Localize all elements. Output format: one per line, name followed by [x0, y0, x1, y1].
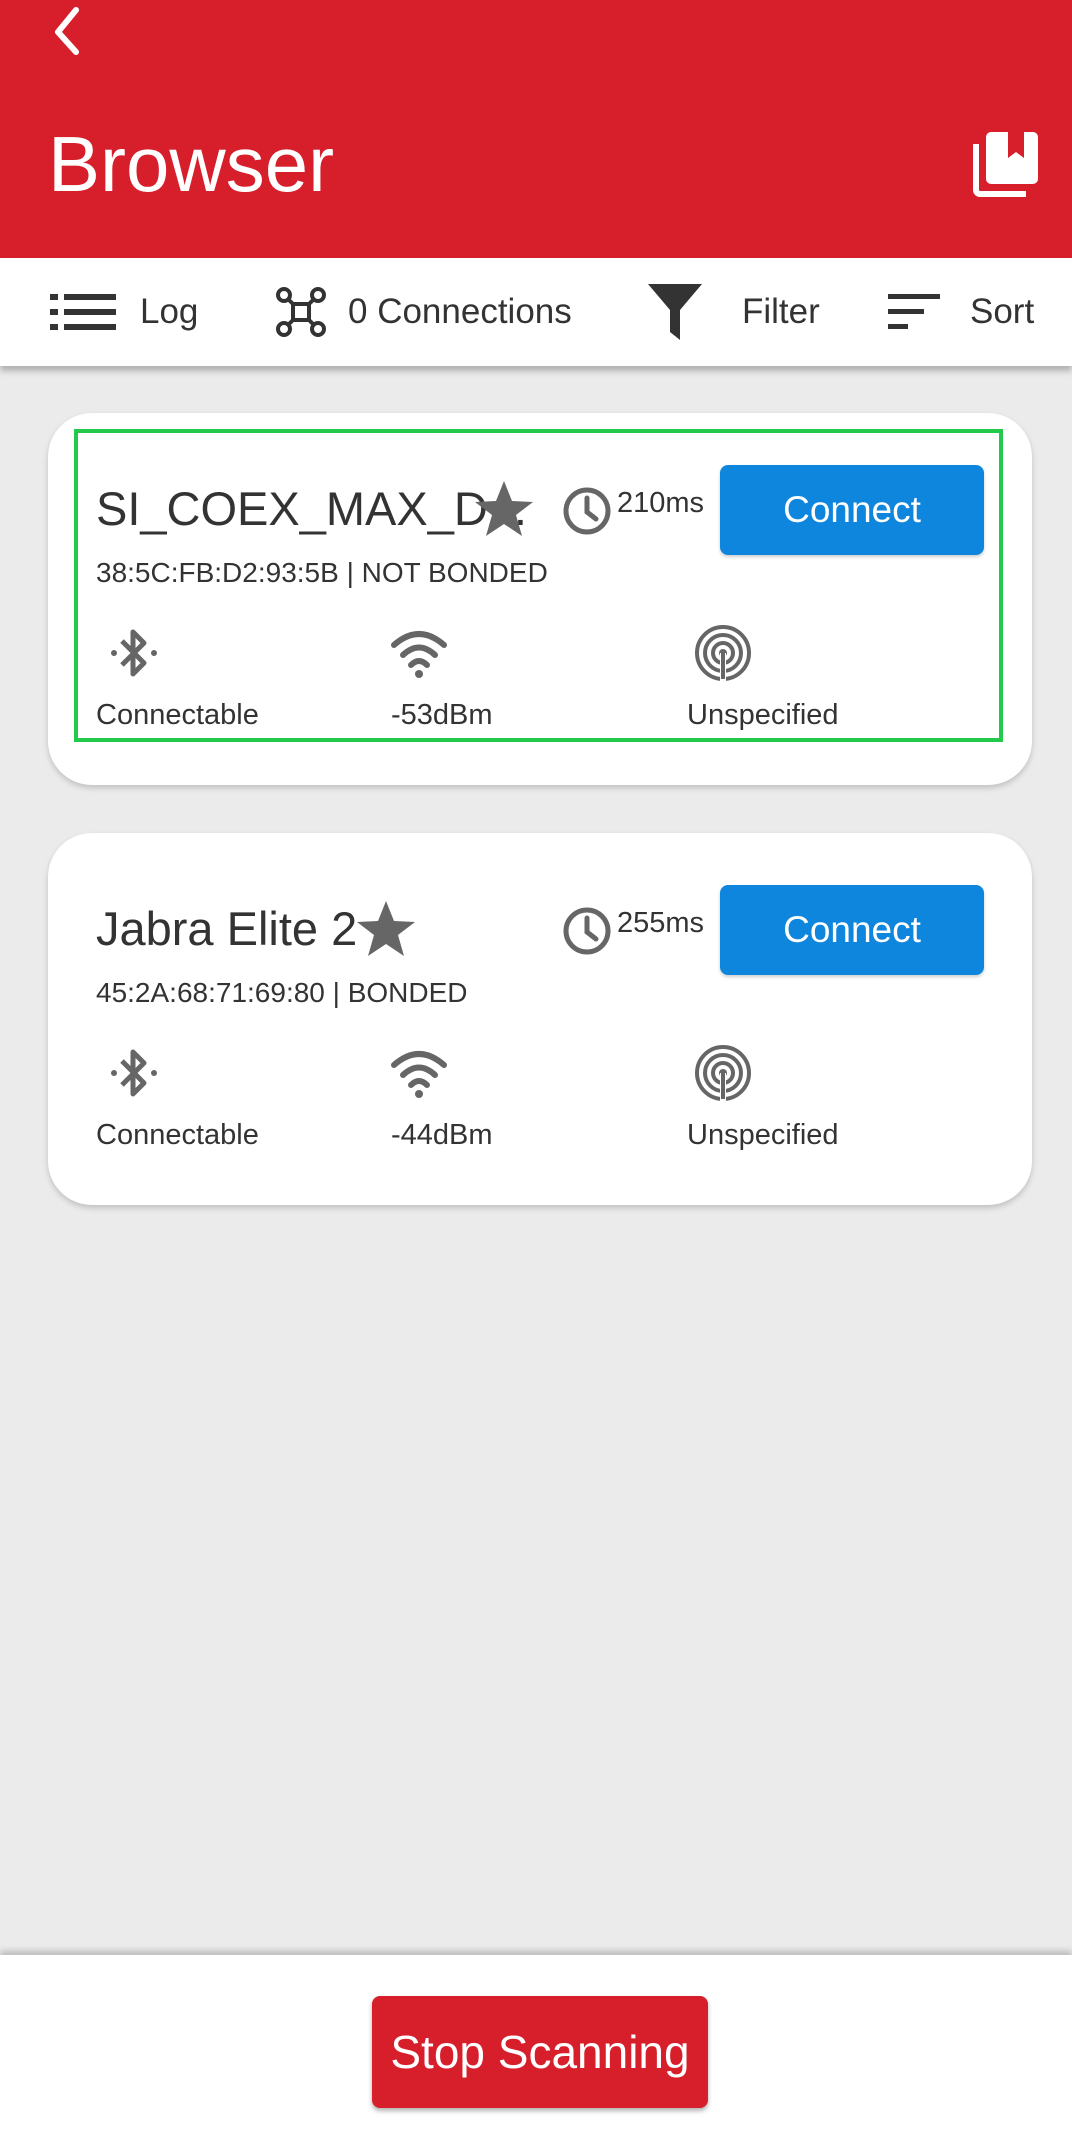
- network-nodes-icon: [276, 287, 326, 337]
- filter-icon: [648, 284, 702, 340]
- sort-button[interactable]: Sort: [888, 258, 1034, 366]
- back-button[interactable]: [40, 2, 96, 58]
- bluetooth-icon: [111, 1049, 157, 1097]
- sort-label: Sort: [970, 292, 1035, 331]
- connect-button[interactable]: Connect: [720, 885, 984, 975]
- device-card[interactable]: SI_COEX_MAX_D... 210ms Connect 38:5C:FB:…: [48, 413, 1032, 785]
- device-address: 38:5C:FB:D2:93:5B | NOT BONDED: [96, 557, 548, 588]
- signal-strength-icon: [391, 631, 447, 678]
- favorite-star-icon[interactable]: [474, 479, 534, 539]
- favorite-star-icon[interactable]: [356, 899, 416, 959]
- rssi-label: -53dBm: [391, 699, 493, 731]
- log-label: Log: [140, 292, 199, 331]
- stop-scanning-button[interactable]: Stop Scanning: [372, 1996, 708, 2108]
- signal-strength-icon: [391, 1051, 447, 1098]
- device-name: Jabra Elite 2: [96, 902, 358, 955]
- action-toolbar: Log 0 Connections Filter Sort: [0, 258, 1072, 366]
- advertising-interval: 255ms: [617, 907, 705, 939]
- connections-button[interactable]: 0 Connections: [276, 258, 572, 366]
- log-button[interactable]: Log: [50, 258, 198, 366]
- bookmarks-icon: [973, 132, 1038, 197]
- connect-button[interactable]: Connect: [720, 465, 984, 555]
- bluetooth-icon: [111, 629, 157, 677]
- device-address: 45:2A:68:71:69:80 | BONDED: [96, 977, 468, 1008]
- app-bar: Browser: [0, 0, 1072, 258]
- beacon-icon: [695, 1045, 751, 1103]
- filter-button[interactable]: Filter: [648, 258, 820, 366]
- bookmarks-button[interactable]: [972, 128, 1042, 198]
- chevron-left-icon: [55, 7, 79, 55]
- page-title: Browser: [48, 120, 335, 208]
- sort-icon: [888, 294, 940, 329]
- connectable-label: Connectable: [96, 1119, 259, 1151]
- bottom-bar: Stop Scanning: [0, 1955, 1072, 2129]
- beacon-type-label: Unspecified: [687, 1119, 839, 1151]
- rssi-label: -44dBm: [391, 1119, 493, 1151]
- connectable-label: Connectable: [96, 699, 259, 731]
- beacon-type-label: Unspecified: [687, 699, 839, 731]
- advertising-interval: 210ms: [617, 487, 705, 519]
- list-icon: [50, 294, 116, 330]
- device-name: SI_COEX_MAX_D...: [96, 482, 527, 535]
- filter-label: Filter: [742, 292, 820, 331]
- connections-label: 0 Connections: [348, 292, 572, 331]
- device-card[interactable]: Jabra Elite 2 255ms Connect 45:2A:68:71:…: [48, 833, 1032, 1205]
- clock-icon: [563, 487, 611, 535]
- beacon-icon: [695, 625, 751, 683]
- clock-icon: [563, 907, 611, 955]
